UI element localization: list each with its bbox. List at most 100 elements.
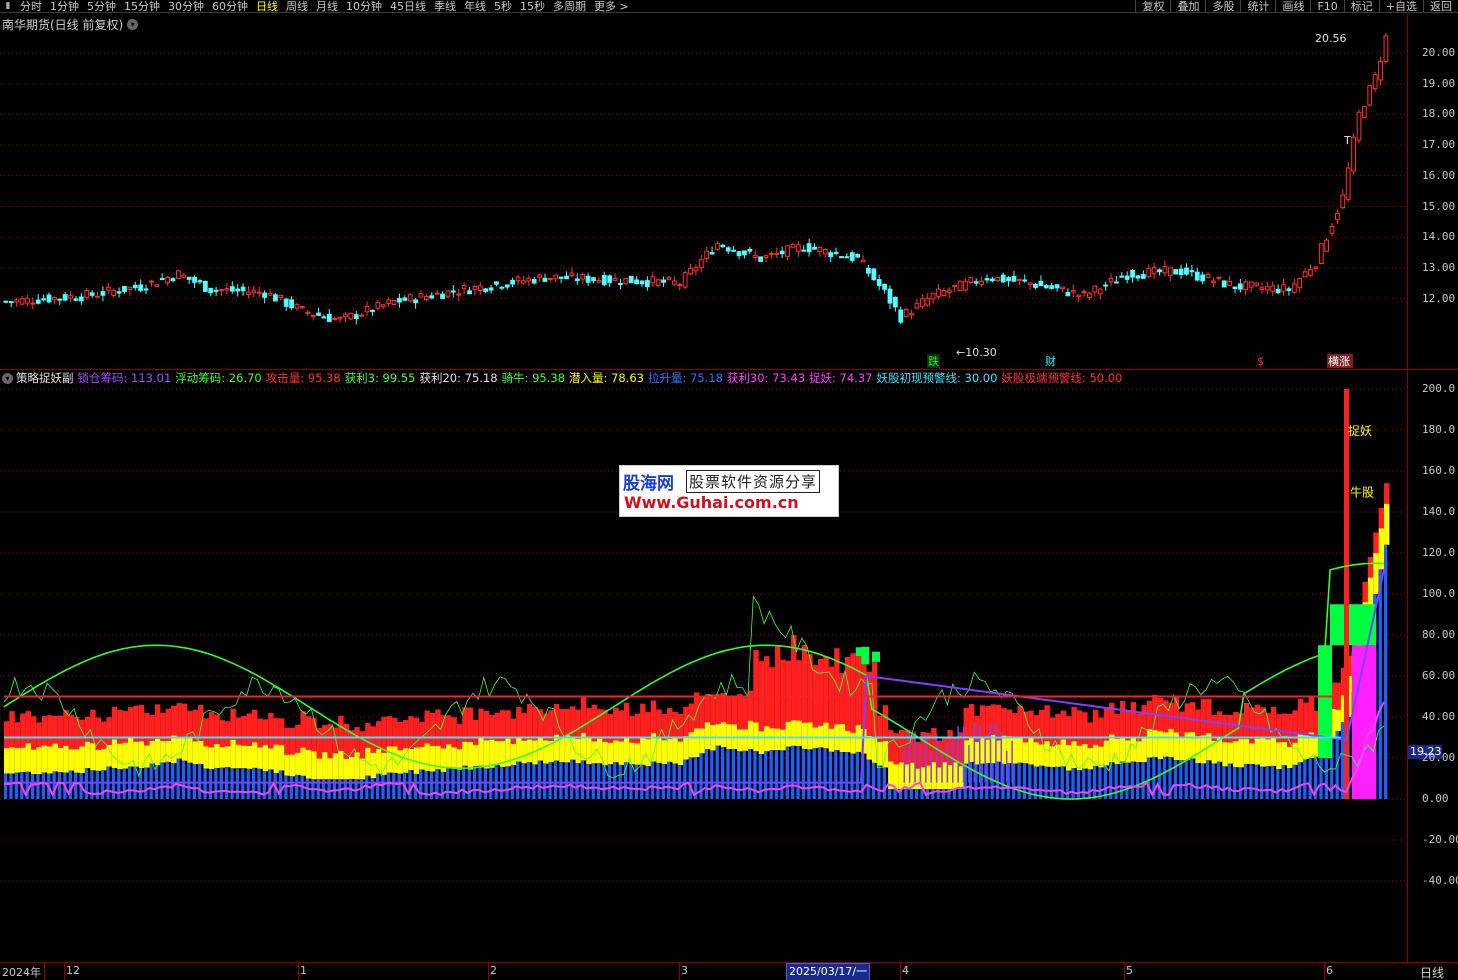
- period-tab[interactable]: 60分钟: [208, 0, 252, 13]
- lift-volume-bar: [467, 769, 471, 799]
- candle-body: [386, 299, 392, 304]
- toolbar-button[interactable]: 复权: [1135, 0, 1170, 13]
- candle-body: [1340, 194, 1346, 209]
- menu-icon[interactable]: ▮: [0, 0, 16, 13]
- period-tab[interactable]: 30分钟: [164, 0, 208, 13]
- lift-volume-bar: [866, 759, 870, 799]
- period-tab[interactable]: 年线: [460, 0, 490, 13]
- attack-volume-bar: [4, 721, 10, 749]
- attack-volume-bar: [451, 717, 457, 748]
- price-axis-label: 12.00: [1422, 291, 1456, 305]
- candle-body: [1275, 288, 1281, 294]
- sneak-volume-bar: [688, 732, 695, 758]
- indicator-chart[interactable]: 捉妖牛股: [0, 370, 1407, 962]
- toolbar-button[interactable]: F10: [1310, 0, 1343, 13]
- period-tab[interactable]: 1分钟: [46, 0, 83, 13]
- period-tab[interactable]: 多周期: [549, 0, 590, 13]
- period-tab[interactable]: 45日线: [386, 0, 430, 13]
- period-tab[interactable]: 15分钟: [120, 0, 164, 13]
- price-axis-label: 20.00: [1422, 46, 1456, 59]
- candle-body: [1281, 284, 1286, 292]
- indicator-axis-label: 60.00: [1422, 669, 1456, 682]
- price-chart[interactable]: 20.56 ←10.30 T 跌 财 $ 横涨: [0, 14, 1407, 369]
- attack-volume-bar: [101, 721, 107, 749]
- price-axis-label: 14.00: [1422, 230, 1456, 244]
- sneak-volume-bar: [14, 748, 21, 773]
- lift-volume-bar: [683, 759, 687, 799]
- toolbar-button[interactable]: 画线: [1275, 0, 1310, 13]
- attack-volume-bar: [1103, 707, 1110, 741]
- toolbar-button[interactable]: 叠加: [1170, 0, 1205, 13]
- candle-body: [1043, 284, 1049, 289]
- attack-volume-bar: [171, 705, 177, 736]
- sneak-volume-bar: [494, 741, 500, 766]
- candle-body: [19, 298, 25, 305]
- candle-body: [477, 285, 483, 291]
- candle-body: [596, 279, 602, 283]
- candle-body: [105, 286, 111, 291]
- lift-volume-bar: [176, 758, 180, 799]
- time-label: 1: [300, 964, 307, 977]
- toolbar-button[interactable]: 标记: [1343, 0, 1379, 13]
- candle-body: [397, 297, 402, 303]
- period-tab[interactable]: 分时: [16, 0, 46, 13]
- attack-volume-bar: [979, 705, 986, 737]
- period-tab[interactable]: 5分钟: [83, 0, 120, 13]
- sneak-volume-bar: [672, 738, 678, 764]
- lift-volume-bar: [1378, 569, 1382, 799]
- sneak-volume-bar: [677, 741, 684, 766]
- candle-body: [698, 259, 704, 269]
- period-tab[interactable]: 周线: [282, 0, 312, 13]
- attack-volume-bar: [844, 657, 851, 731]
- attack-volume-bar: [704, 693, 711, 723]
- zhuoyao-label: 捉妖: [1348, 423, 1372, 438]
- attack-volume-bar: [753, 650, 759, 723]
- lift-volume-bar: [1071, 768, 1075, 799]
- indicator-axis-label: 40.00: [1422, 710, 1456, 723]
- period-label[interactable]: 日线: [1420, 964, 1444, 980]
- indicator-axis-label: 80.00: [1422, 628, 1456, 641]
- sneak-volume-bar: [1179, 737, 1185, 761]
- candle-body: [316, 312, 321, 316]
- sneak-volume-bar: [1152, 730, 1158, 757]
- lift-volume-bar: [834, 750, 838, 799]
- sneak-volume-bar: [543, 740, 549, 764]
- attack-volume-bar: [882, 705, 889, 742]
- candle-body: [892, 296, 898, 308]
- attack-volume-bar: [1270, 707, 1277, 738]
- candle-body: [246, 291, 251, 295]
- sneak-volume-bar: [1265, 739, 1271, 767]
- lift-volume-bar: [672, 763, 676, 799]
- toolbar-button[interactable]: 多股: [1205, 0, 1240, 13]
- attack-volume-bar: [807, 654, 813, 723]
- period-tab[interactable]: 日线: [252, 0, 282, 13]
- period-tab[interactable]: 10分钟: [342, 0, 386, 13]
- candle-body: [1027, 282, 1033, 286]
- attack-volume-bar: [1125, 710, 1131, 741]
- candle-body: [1378, 61, 1383, 81]
- period-tab[interactable]: 5秒: [490, 0, 516, 13]
- attack-volume-bar: [537, 709, 544, 737]
- sneak-volume-bar: [1249, 743, 1255, 764]
- period-tab[interactable]: 15秒: [516, 0, 549, 13]
- sneak-volume-bar: [995, 740, 1002, 762]
- period-tab[interactable]: 更多 >: [590, 0, 633, 13]
- period-tab[interactable]: 月线: [312, 0, 342, 13]
- candle-body: [1135, 275, 1141, 279]
- sneak-volume-bar: [694, 728, 700, 758]
- sneak-volume-bar: [305, 749, 312, 779]
- attack-volume-bar: [694, 692, 700, 729]
- candle-body: [483, 288, 489, 292]
- time-tick: [488, 963, 489, 980]
- toolbar-button[interactable]: 返回: [1423, 0, 1458, 13]
- candle-body: [62, 294, 68, 301]
- toolbar-button[interactable]: +自选: [1378, 0, 1423, 13]
- sneak-volume-bar: [947, 764, 953, 790]
- period-toolbar: ▮ 分时 1分钟 5分钟 15分钟 30分钟 60分钟 日线 周线 月线 10分钟 45日线 季线 年线…: [0, 0, 1458, 13]
- period-tab[interactable]: 季线: [430, 0, 460, 13]
- attack-volume-bar: [338, 715, 344, 751]
- candle-body: [353, 314, 359, 319]
- indicator-axis-label: 20.00: [1422, 751, 1456, 764]
- sneak-volume-bar: [1303, 735, 1309, 760]
- toolbar-button[interactable]: 统计: [1240, 0, 1275, 13]
